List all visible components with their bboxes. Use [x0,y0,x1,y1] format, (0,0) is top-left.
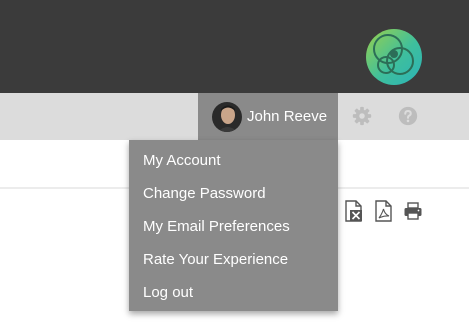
avatar [212,101,242,132]
gear-icon[interactable] [351,105,373,127]
menu-item-rate-experience[interactable]: Rate Your Experience [129,243,338,276]
help-icon[interactable] [397,105,419,127]
menu-item-my-account[interactable]: My Account [129,144,338,177]
user-avatar-icon [212,101,242,132]
menu-item-log-out[interactable]: Log out [129,276,338,309]
app-logo-icon[interactable] [364,27,424,87]
excel-icon[interactable] [344,200,364,222]
menu-item-change-password[interactable]: Change Password [129,177,338,210]
user-menu-button[interactable]: John Reeve [198,93,338,140]
user-name: John Reeve [247,108,328,125]
pdf-icon[interactable] [374,200,394,222]
menu-item-email-preferences[interactable]: My Email Preferences [129,210,338,243]
user-dropdown-menu: My Account Change Password My Email Pref… [129,140,338,311]
top-header-bar [0,0,469,93]
print-icon[interactable] [403,200,423,222]
